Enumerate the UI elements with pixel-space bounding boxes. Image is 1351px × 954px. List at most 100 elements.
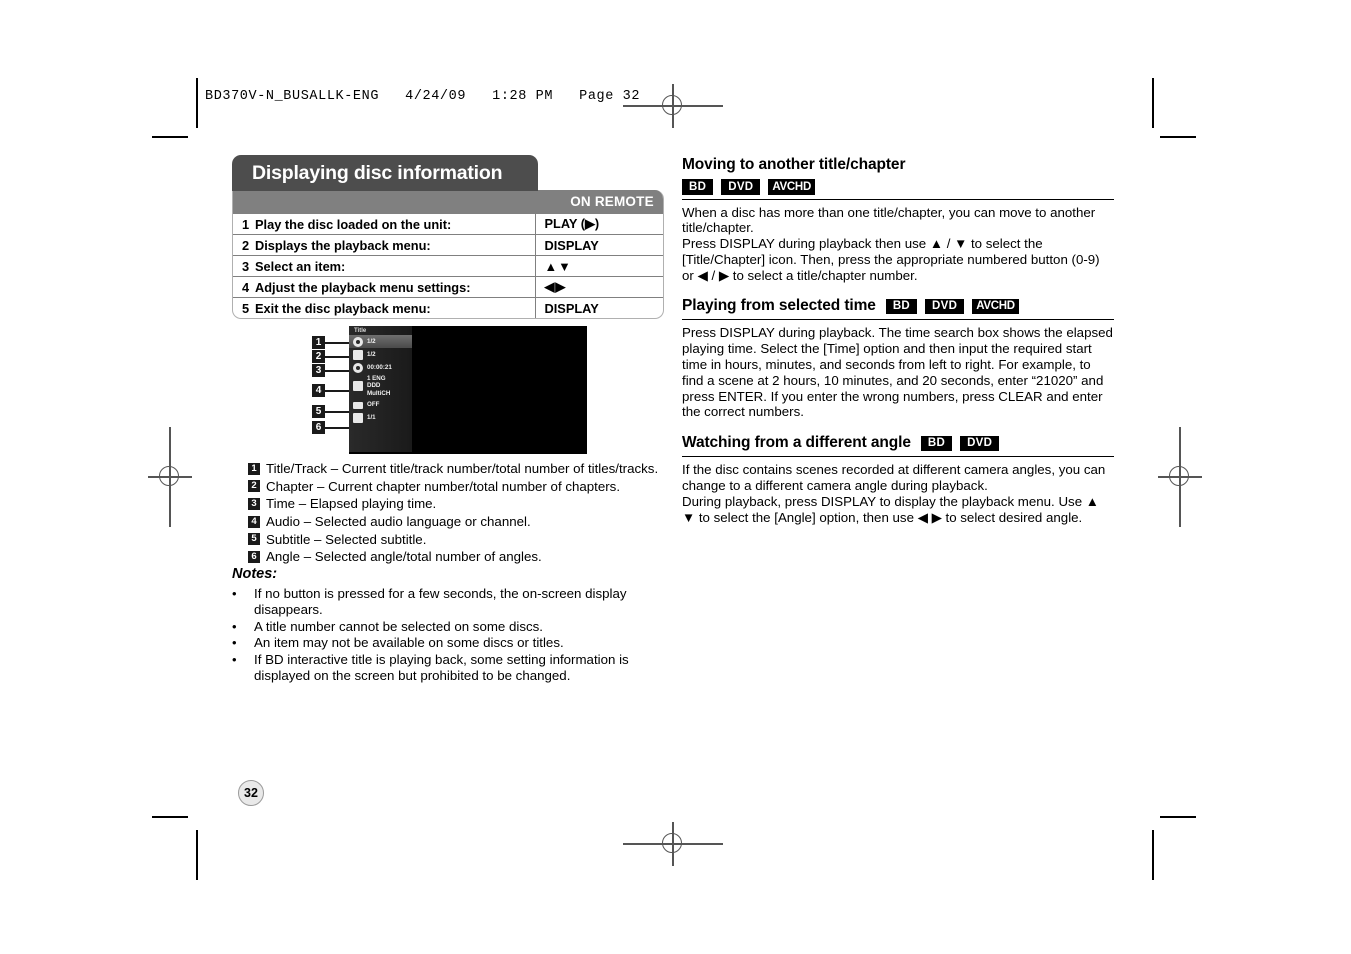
legend-text: Audio – Selected audio language or chann… — [266, 514, 531, 530]
row-action-text: Displays the playback menu: — [255, 237, 431, 253]
table-cell-action: 4 Adjust the playback menu settings: — [233, 276, 535, 298]
right-column: Moving to another title/chapter BD DVD A… — [682, 156, 1114, 539]
legend-badge: 2 — [248, 480, 260, 493]
osd-screen: Title 1/2 1/2 00:00:21 1 ENG DDD MultiCH… — [349, 326, 587, 454]
section-title-bar: Displaying disc information — [232, 155, 538, 191]
section-heading: Moving to another title/chapter — [682, 156, 1114, 174]
table-row: 1 Play the disc loaded on the unit: PLAY … — [233, 213, 663, 235]
osd-callout-3: 3 — [312, 364, 325, 377]
heading-text: Playing from selected time — [682, 297, 876, 315]
section-divider — [682, 456, 1114, 458]
row-number: 5 — [242, 300, 250, 316]
notes-block: Notes: • If no button is pressed for a f… — [232, 566, 652, 685]
legend-text: Time – Elapsed playing time. — [266, 496, 437, 512]
table-header-row: ON REMOTE — [233, 190, 663, 214]
legend-text: Subtitle – Selected subtitle. — [266, 531, 427, 547]
bullet-icon: • — [232, 652, 237, 668]
osd-item-title-track[interactable]: 1/2 — [349, 335, 412, 348]
section-watching-from-a-different-angle: Watching from a different angle BD DVD I… — [682, 434, 1114, 525]
osd-title-label: Title — [354, 328, 367, 334]
row-action-text: Play the disc loaded on the unit: — [255, 216, 452, 232]
legend-text: Title/Track – Current title/track number… — [266, 461, 659, 476]
badge-avchd: AVCHD — [768, 179, 815, 195]
legend-badge: 5 — [248, 533, 260, 546]
time-icon — [353, 362, 363, 373]
osd-leader-5 — [325, 411, 351, 413]
osd-leader-3 — [325, 370, 351, 372]
bullet-icon: • — [232, 586, 237, 601]
table-row: 5 Exit the disc playback menu: DISPLAY — [233, 297, 663, 318]
left-column: Displaying disc information ON REMOTE 1P… — [232, 155, 664, 319]
osd-value-time: 00:00:21 — [367, 363, 392, 371]
osd-item-subtitle[interactable]: OFF — [349, 398, 412, 411]
badge-dvd: DVD — [721, 179, 761, 195]
list-item: 6 Angle – Selected angle/total number of… — [248, 549, 668, 565]
table-header-on-remote: ON REMOTE — [535, 190, 663, 214]
page-title: Displaying disc information — [252, 161, 503, 184]
crop-mark-bottom-left-horizontal — [152, 816, 188, 818]
osd-leader-4 — [325, 390, 351, 392]
section-paragraph: During playback, press DISPLAY to displa… — [682, 493, 1099, 525]
osd-value-title: 1/2 — [367, 337, 376, 345]
crop-mark-bottom-right-horizontal — [1160, 816, 1196, 818]
section-divider — [682, 319, 1114, 321]
table-cell-action: 5 Exit the disc playback menu: — [233, 297, 535, 318]
crop-mark-top-right-horizontal — [1160, 136, 1196, 138]
row-number: 4 — [242, 279, 250, 295]
note-text: An item may not be available on some dis… — [254, 635, 564, 651]
format-badge-group: BD DVD — [920, 435, 1000, 452]
osd-callout-6: 6 — [312, 421, 325, 434]
crop-mark-bottom-left-vertical — [196, 830, 198, 880]
row-action-text: Exit the disc playback menu: — [255, 300, 431, 316]
osd-value-audio: 1 ENG DDD MultiCH — [367, 375, 391, 397]
format-badge-group: BD DVD AVCHD — [885, 298, 1019, 315]
section-heading: Watching from a different angle BD DVD — [682, 434, 1114, 452]
note-text: A title number cannot be selected on som… — [254, 618, 543, 634]
list-item: 5 Subtitle – Selected subtitle. — [248, 532, 668, 548]
heading-text: Watching from a different angle — [682, 434, 911, 452]
section-playing-from-selected-time: Playing from selected time BD DVD AVCHD … — [682, 297, 1114, 420]
legend-text: Angle – Selected angle/total number of a… — [266, 549, 542, 565]
badge-avchd: AVCHD — [972, 298, 1019, 315]
osd-leader-2 — [325, 356, 351, 358]
section-paragraph: Press DISPLAY during playback. The time … — [682, 325, 1113, 420]
table-cell-remote: PLAY (▶) — [534, 213, 663, 235]
row-number: 2 — [242, 237, 250, 253]
osd-callout-5: 5 — [312, 405, 325, 418]
section-paragraph: Press DISPLAY during playback then use ▲… — [682, 236, 1100, 283]
note-item: • If BD interactive title is playing bac… — [232, 652, 652, 684]
crop-mark-top-left-horizontal — [152, 136, 188, 138]
badge-bd: BD — [682, 179, 714, 195]
badge-bd: BD — [920, 435, 953, 452]
table-cell-remote: ▲▼ — [534, 255, 663, 277]
row-number: 3 — [242, 258, 250, 274]
osd-leader-6 — [325, 427, 351, 429]
osd-item-chapter[interactable]: 1/2 — [349, 348, 412, 361]
registration-mark-bottom-center — [623, 822, 723, 866]
audio-icon — [353, 381, 363, 391]
note-item: • An item may not be available on some d… — [232, 635, 652, 651]
osd-callout-1: 1 — [312, 336, 325, 349]
registration-mark-right-center — [1158, 427, 1202, 527]
legend-badge: 4 — [248, 515, 260, 528]
list-item: 1 Title/Track – Current title/track numb… — [248, 461, 668, 477]
registration-mark-left-center — [148, 427, 192, 527]
list-item: 2 Chapter – Current chapter number/total… — [248, 479, 668, 495]
note-text: If BD interactive title is playing back,… — [254, 652, 629, 683]
osd-callout-4: 4 — [312, 384, 325, 397]
osd-item-audio[interactable]: 1 ENG DDD MultiCH — [349, 374, 412, 398]
subtitle-icon — [353, 401, 363, 409]
crop-mark-top-left-vertical — [196, 78, 198, 128]
badge-dvd: DVD — [960, 435, 1000, 452]
osd-value-subtitle: OFF — [367, 400, 380, 408]
notes-heading: Notes: — [232, 566, 278, 582]
list-item: 3 Time – Elapsed playing time. — [248, 496, 668, 512]
osd-item-angle[interactable]: 1/1 — [349, 411, 412, 424]
instruction-table: ON REMOTE 1 Play the disc loaded on the u… — [232, 190, 664, 319]
crop-mark-bottom-right-vertical — [1152, 830, 1154, 880]
legend-badge: 6 — [248, 550, 260, 563]
format-badge-group: BD DVD AVCHD — [682, 179, 1114, 195]
osd-item-time[interactable]: 00:00:21 — [349, 361, 412, 374]
table-row: 4 Adjust the playback menu settings: ◀▶ — [233, 276, 663, 298]
badge-bd: BD — [885, 298, 918, 315]
